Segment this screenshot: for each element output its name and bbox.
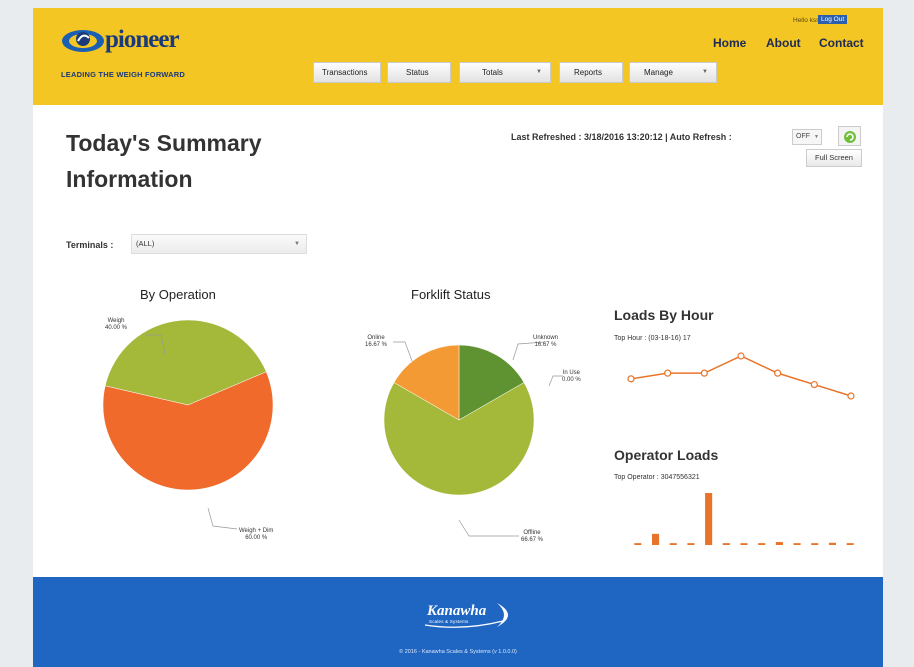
operator-bar-3[interactable] xyxy=(687,543,695,545)
slice-value: 16.67 % xyxy=(365,342,388,348)
top-operator-text: Top Operator : 3047556321 xyxy=(614,474,700,481)
kanawha-subtitle: Scales & Systems xyxy=(429,619,469,624)
slice-name: Online xyxy=(367,335,385,341)
forklift-status-pie xyxy=(383,344,535,496)
line-point-3[interactable] xyxy=(737,352,745,360)
logo-wordmark: pioneer xyxy=(105,26,180,53)
operator-bar-1[interactable] xyxy=(652,533,660,545)
menu-label: Totals xyxy=(482,68,503,77)
line-point-1[interactable] xyxy=(664,369,672,377)
operator-bar-6[interactable] xyxy=(740,543,748,545)
operator-bar-9[interactable] xyxy=(793,543,801,545)
kanawha-logo[interactable]: Kanawha Scales & Systems xyxy=(423,601,523,629)
terminals-value: (ALL) xyxy=(136,239,155,248)
menu-reports[interactable]: Reports xyxy=(559,62,623,83)
full-screen-button[interactable]: Full Screen xyxy=(806,149,862,167)
operator-bar-12[interactable] xyxy=(846,543,854,545)
loads-line xyxy=(630,355,852,397)
line-point-5[interactable] xyxy=(810,380,818,389)
chevron-down-icon: ▼ xyxy=(294,241,300,247)
pie-label-unknown: Unknown 16.67 % xyxy=(533,335,558,349)
site-header: pioneer LEADING THE WEIGH FORWARD Hello … xyxy=(33,8,883,105)
by-operation-pie xyxy=(102,319,274,491)
loads-by-hour-chart xyxy=(627,352,855,400)
last-refreshed-text: Last Refreshed : 3/18/2016 13:20:12 | Au… xyxy=(511,132,732,142)
refresh-icon xyxy=(844,131,856,143)
nav-home[interactable]: Home xyxy=(713,36,746,50)
by-operation-title: By Operation xyxy=(140,287,216,302)
pioneer-emblem-icon xyxy=(62,30,104,52)
slice-value: 60.00 % xyxy=(245,535,268,541)
operator-bar-0[interactable] xyxy=(634,543,642,545)
logout-button[interactable]: Log Out xyxy=(818,15,848,24)
line-point-0[interactable] xyxy=(627,375,635,383)
operator-bar-11[interactable] xyxy=(828,542,836,545)
operator-loads-chart xyxy=(634,493,854,545)
chevron-down-icon: ▼ xyxy=(536,69,542,75)
refresh-button[interactable] xyxy=(838,126,861,146)
logo-tagline: LEADING THE WEIGH FORWARD xyxy=(61,70,186,79)
chevron-down-icon: ▼ xyxy=(813,134,819,140)
slice-name: In Use xyxy=(562,370,581,376)
kanawha-wordmark: Kanawha xyxy=(427,603,487,619)
terminals-label: Terminals : xyxy=(66,240,114,250)
menu-manage[interactable]: Manage ▼ xyxy=(629,62,717,83)
operator-bar-7[interactable] xyxy=(758,543,766,545)
operator-loads-title: Operator Loads xyxy=(614,447,719,463)
pie-label-offline: Offline 66.67 % xyxy=(521,530,543,544)
pioneer-logo[interactable]: pioneer LEADING THE WEIGH FORWARD xyxy=(61,22,201,92)
slice-value: 0.00 % xyxy=(562,377,581,383)
forklift-status-title: Forklift Status xyxy=(411,287,491,302)
loads-by-hour-title: Loads By Hour xyxy=(614,307,714,323)
pie-label-in-use: In Use 0.00 % xyxy=(562,370,581,384)
site-footer: Kanawha Scales & Systems © 2016 - Kanawh… xyxy=(33,577,883,667)
chevron-down-icon: ▼ xyxy=(702,69,708,75)
menu-transactions[interactable]: Transactions xyxy=(313,62,381,83)
slice-name: Unknown xyxy=(533,335,559,341)
slice-name: Weigh + Dim xyxy=(239,528,274,534)
operator-bar-4[interactable] xyxy=(705,493,713,545)
pie-label-weigh: Weigh 40.00 % xyxy=(105,318,127,332)
nav-about[interactable]: About xyxy=(766,36,801,50)
slice-value: 40.00 % xyxy=(105,325,128,331)
terminals-select[interactable]: (ALL) ▼ xyxy=(131,234,307,254)
slice-name: Offline xyxy=(523,530,541,536)
greeting: Hello kss xyxy=(793,17,820,24)
menu-label: Manage xyxy=(644,68,673,77)
slice-value: 66.67 % xyxy=(521,537,544,543)
line-point-4[interactable] xyxy=(774,369,782,377)
line-point-2[interactable] xyxy=(700,369,708,377)
operator-bar-2[interactable] xyxy=(669,543,677,545)
top-hour-text: Top Hour : (03-18-16) 17 xyxy=(614,335,691,342)
operator-bar-8[interactable] xyxy=(775,542,783,545)
pie-label-weigh-dim: Weigh + Dim 60.00 % xyxy=(239,528,273,542)
page-title: Today's Summary Information xyxy=(66,130,262,192)
operator-bar-10[interactable] xyxy=(811,543,819,545)
nav-contact[interactable]: Contact xyxy=(819,36,864,50)
operator-bar-5[interactable] xyxy=(722,543,730,545)
auto-refresh-select[interactable]: OFF ▼ xyxy=(792,129,822,145)
slice-value: 16.67 % xyxy=(534,342,557,348)
menu-totals[interactable]: Totals ▼ xyxy=(459,62,551,83)
menu-label: Transactions xyxy=(322,68,368,77)
auto-refresh-value: OFF xyxy=(796,133,810,140)
app-window: pioneer LEADING THE WEIGH FORWARD Hello … xyxy=(33,8,883,667)
menu-label: Status xyxy=(406,68,429,77)
menu-label: Reports xyxy=(574,68,603,77)
line-point-6[interactable] xyxy=(847,392,855,400)
pie-label-online: Online 16.67 % xyxy=(365,335,387,349)
copyright-text: © 2016 - Kanawha Scales & Systems (v 1.0… xyxy=(399,649,517,655)
menu-status[interactable]: Status xyxy=(387,62,451,83)
slice-name: Weigh xyxy=(107,318,125,324)
